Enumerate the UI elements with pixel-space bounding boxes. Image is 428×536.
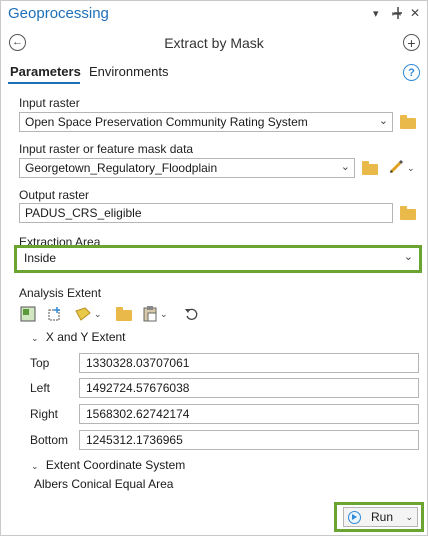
tab-environments[interactable]: Environments [89,64,168,79]
top-field[interactable]: 1330328.03707061 [79,353,419,373]
chevron-down-icon[interactable]: ▾ [373,7,379,20]
bottom-label: Bottom [30,433,69,447]
analysis-extent-label: Analysis Extent [19,286,102,300]
xy-extent-section[interactable]: ⌄ X and Y Extent [31,330,126,344]
coord-system-value: Albers Conical Equal Area [34,477,174,491]
folder-icon[interactable] [400,206,416,220]
left-field[interactable]: 1492724.57676038 [79,378,419,398]
help-icon[interactable]: ? [403,64,420,81]
mask-label: Input raster or feature mask data [19,142,194,156]
pin-icon-stem [393,7,403,22]
input-raster-label: Input raster [19,96,80,110]
coord-system-label: Extent Coordinate System [45,458,186,472]
folder-icon[interactable] [362,161,378,175]
right-field[interactable]: 1568302.62742174 [79,404,419,424]
bottom-field[interactable]: 1245312.1736965 [79,430,419,450]
output-raster-field[interactable]: PADUS_CRS_eligible [19,203,393,223]
mask-dropdown[interactable]: Georgetown_Regulatory_Floodplain ⌄ [19,158,355,178]
sketch-pencil-icon[interactable] [388,159,404,178]
display-extent-icon[interactable] [20,306,36,322]
browse-extent-folder-icon[interactable] [116,307,132,321]
top-label: Top [30,356,50,370]
folder-icon[interactable] [400,115,416,129]
close-icon[interactable]: ✕ [410,6,420,20]
chevron-down-icon: ⌄ [31,461,39,471]
chevron-down-icon: ⌄ [378,115,388,127]
clipboard-icon [143,306,157,322]
pane-title: Geoprocessing [8,5,109,22]
add-icon[interactable]: + [403,34,420,51]
chevron-down-icon: ⌄ [405,511,413,522]
xy-extent-label: X and Y Extent [45,330,126,344]
input-raster-dropdown[interactable]: Open Space Preservation Community Rating… [19,112,393,132]
coord-system-section[interactable]: ⌄ Extent Coordinate System [31,458,185,472]
chevron-down-icon: ⌄ [160,308,168,319]
tool-title: Extract by Mask [164,35,264,51]
chevron-down-icon: ⌄ [340,161,350,173]
active-tab-indicator [8,82,80,84]
input-raster-value: Open Space Preservation Community Rating… [25,115,308,129]
chevron-down-icon: ⌄ [31,333,39,343]
draw-extent-icon[interactable] [47,306,63,322]
output-raster-label: Output raster [19,188,90,202]
tab-parameters[interactable]: Parameters [10,64,81,79]
layer-extent-dropdown[interactable]: ⌄ [75,306,102,322]
extraction-area-value: Inside [24,251,57,265]
clipboard-dropdown[interactable]: ⌄ [143,306,168,322]
extraction-area-dropdown[interactable]: Inside ⌄ [19,249,417,269]
right-label: Right [30,407,59,421]
mask-value: Georgetown_Regulatory_Floodplain [25,161,218,175]
chevron-down-icon: ⌄ [94,308,102,319]
chevron-down-icon[interactable]: ⌄ [407,163,415,174]
chevron-down-icon: ⌄ [403,251,413,263]
run-button[interactable]: Run ⌄ [343,507,418,527]
play-icon [348,510,361,524]
run-label: Run [371,510,394,524]
reset-extent-icon[interactable] [184,306,200,322]
layer-icon [75,307,91,321]
left-label: Left [30,381,51,395]
